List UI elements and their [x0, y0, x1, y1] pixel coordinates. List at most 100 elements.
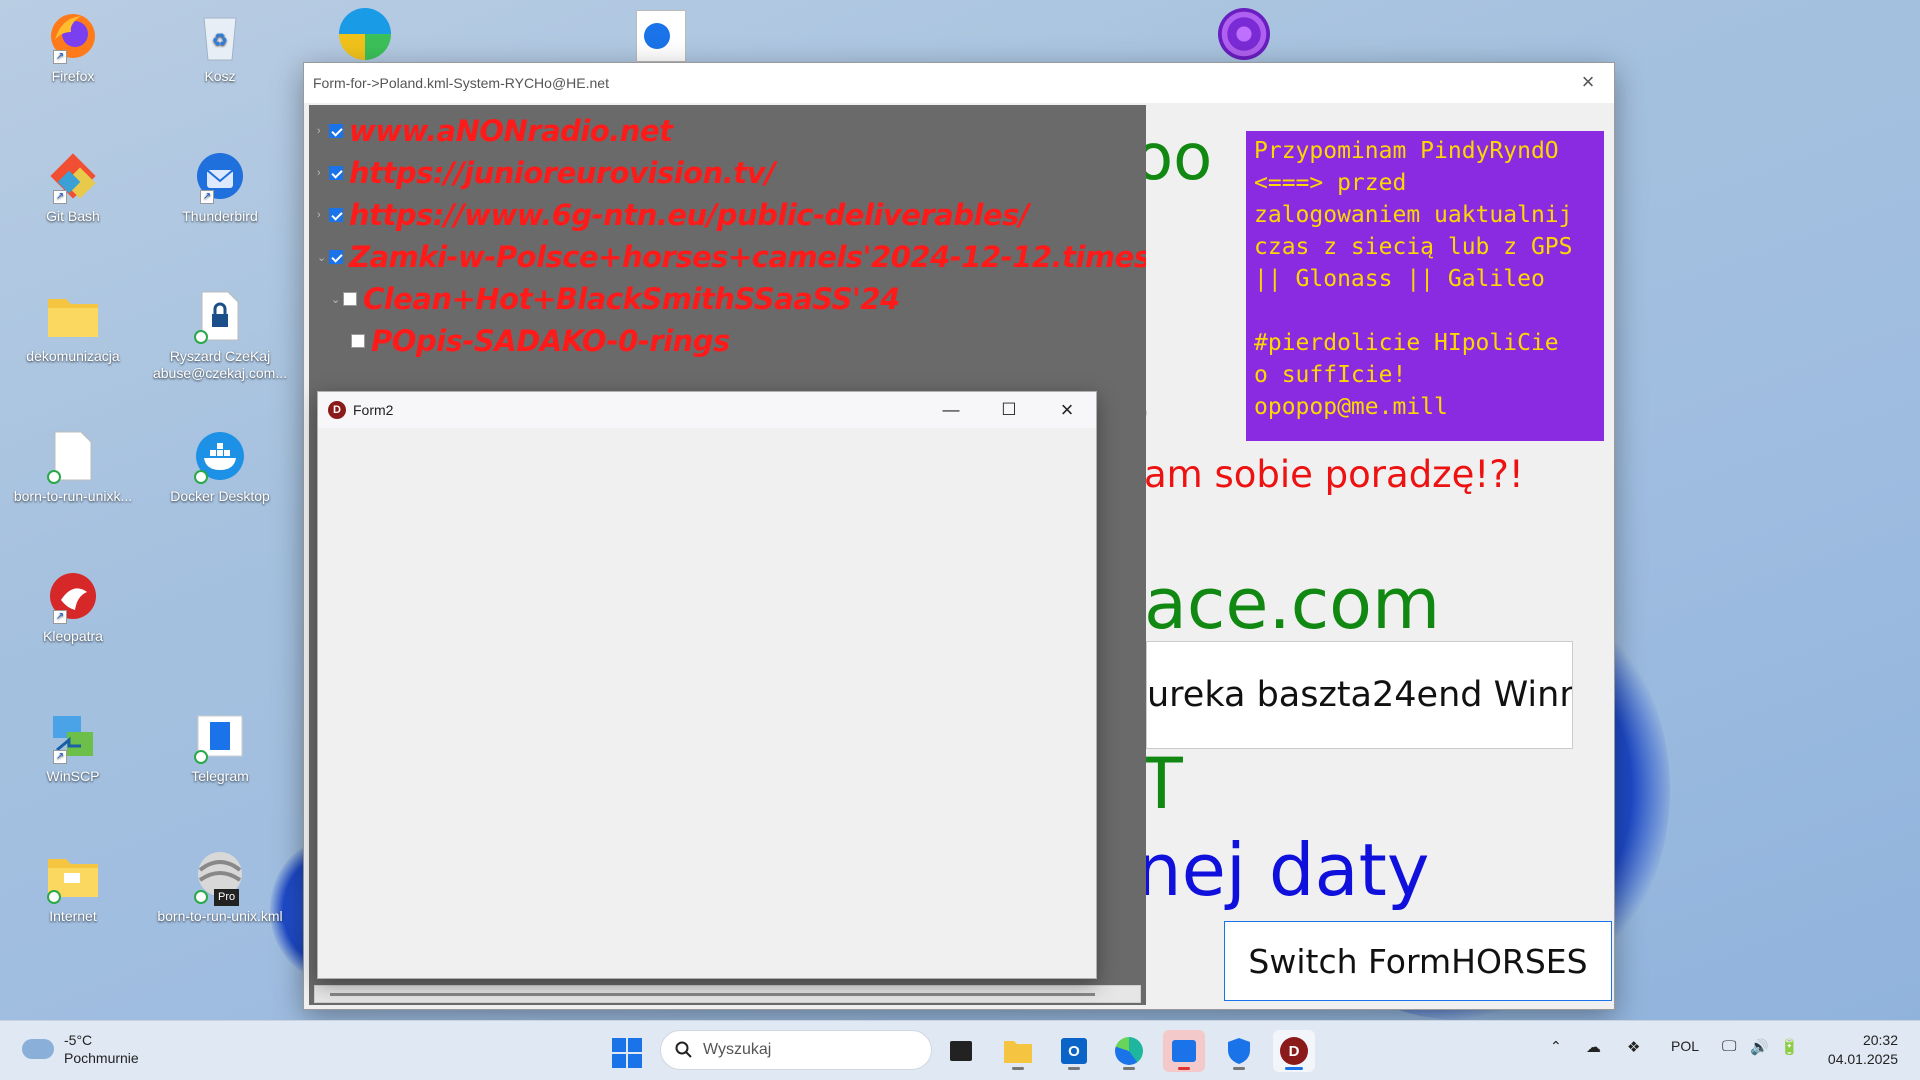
dropbox-icon[interactable]: ❖ — [1627, 1038, 1640, 1056]
desktop-icon-born-to-run[interactable]: born-to-run-unixk... — [3, 428, 143, 505]
desktop-icon-kleopatra[interactable]: ↗ Kleopatra — [3, 568, 143, 645]
store-icon[interactable] — [1163, 1030, 1205, 1072]
docker-icon — [192, 428, 248, 484]
onedrive-icon[interactable]: ☁ — [1586, 1038, 1601, 1056]
desktop-icon-firefox[interactable]: ↗ Firefox — [3, 8, 143, 85]
delphi-app-icon[interactable]: D — [1273, 1030, 1315, 1072]
horizontal-scrollbar[interactable] — [314, 985, 1141, 1003]
winscp-icon: ↗ — [45, 708, 101, 764]
tree-node-label: https://www.6g-ntn.eu/public-deliverable… — [349, 198, 1030, 232]
tree-node[interactable]: › www.aNONradio.net — [317, 111, 673, 151]
thunderbird-icon: ↗ — [192, 148, 248, 204]
icon-label: Firefox — [51, 68, 95, 84]
weather-widget[interactable]: -5°C Pochmurnie — [22, 1031, 139, 1067]
minimize-icon[interactable]: — — [922, 392, 980, 428]
desktop-icon-internet[interactable]: Internet — [3, 848, 143, 925]
search-icon — [675, 1041, 692, 1058]
weather-condition: Pochmurnie — [64, 1050, 139, 1066]
recycle-bin-icon: ♻ — [192, 8, 248, 64]
tree-checkbox[interactable] — [351, 334, 365, 348]
switch-button-label: Switch FormHORSES — [1248, 941, 1588, 981]
desktop-icon-born-to-run-kml[interactable]: Pro born-to-run-unix.kml — [150, 848, 290, 925]
tree-checkbox[interactable] — [343, 292, 357, 306]
clock[interactable]: 20:32 04.01.2025 — [1828, 1031, 1898, 1069]
folder-icon — [45, 288, 101, 344]
temperature: -5°C — [64, 1032, 93, 1048]
cloud-icon — [22, 1039, 54, 1059]
desktop-icon-ryszard[interactable]: Ryszard CzeKaj abuse@czekaj.com... — [150, 288, 290, 382]
edge-icon[interactable] — [1108, 1030, 1150, 1072]
expander-icon[interactable]: ⌄ — [331, 293, 343, 306]
kleopatra-icon: ↗ — [45, 568, 101, 624]
time: 20:32 — [1862, 1032, 1898, 1048]
close-icon[interactable]: × — [1038, 392, 1096, 428]
desktop-icon-kosz[interactable]: ♻ Kosz — [150, 8, 290, 85]
tree-node-label: Zamki-w-Polsce+horses+camels'2024-12-12.… — [349, 240, 1146, 274]
tor-browser-icon[interactable] — [1218, 8, 1270, 60]
main-window-titlebar[interactable]: Form-for->Poland.kml-System-RYCHo@HE.net — [304, 63, 1614, 103]
text-poradze: am sobie poradzę!?! — [1144, 453, 1524, 496]
tree-node[interactable]: ⌄ Clean+Hot+BlackSmithSSaaSS'24 — [331, 279, 900, 319]
firefox-icon: ↗ — [45, 8, 101, 64]
folder-icon — [45, 848, 101, 904]
tree-checkbox[interactable] — [329, 208, 343, 222]
switch-formhorses-button[interactable]: Switch FormHORSES — [1224, 921, 1612, 1001]
desktop-icon-winscp[interactable]: ↗ WinSCP — [3, 708, 143, 785]
desktop-icon-dekomunizacja[interactable]: dekomunizacja — [3, 288, 143, 365]
pro-badge: Pro — [214, 889, 240, 906]
defender-icon[interactable] — [1218, 1030, 1260, 1072]
task-view-icon[interactable] — [940, 1030, 982, 1072]
icon-label: born-to-run-unix.kml — [157, 908, 283, 924]
volume-icon[interactable]: 🔊 — [1750, 1038, 1769, 1056]
language-indicator[interactable]: POL — [1671, 1038, 1699, 1054]
icon-label: Internet — [49, 908, 97, 924]
tree-checkbox[interactable] — [329, 250, 343, 264]
icon-label: Kleopatra — [43, 628, 103, 644]
taskbar: -5°C Pochmurnie Wyszukaj O D ⌃ ☁ ❖ POL 🖵 — [0, 1020, 1920, 1080]
start-button[interactable] — [612, 1038, 642, 1068]
encrypted-file-icon — [192, 288, 248, 344]
tree-node-label: https://junioreurovision.tv/ — [349, 156, 776, 190]
outlook-icon[interactable]: O — [1053, 1030, 1095, 1072]
tree-node[interactable]: › https://www.6g-ntn.eu/public-deliverab… — [317, 195, 1030, 235]
close-icon[interactable]: × — [1574, 69, 1602, 95]
icon-label: Thunderbird — [182, 208, 258, 224]
svg-text:♻: ♻ — [212, 30, 228, 50]
telegram-icon — [192, 708, 248, 764]
battery-icon[interactable]: 🔋 — [1780, 1038, 1799, 1056]
desktop-icon-docker[interactable]: Docker Desktop — [150, 428, 290, 505]
chevron-up-icon[interactable]: ⌃ — [1550, 1038, 1562, 1055]
form2-window[interactable]: D Form2 — ☐ × — [317, 391, 1097, 979]
network-icon[interactable]: 🖵 — [1722, 1038, 1736, 1055]
expander-icon[interactable]: ⌄ — [317, 251, 329, 264]
expander-icon[interactable]: › — [317, 125, 329, 137]
desktop-icon-telegram[interactable]: Telegram — [150, 708, 290, 785]
desktop-icon-git-bash[interactable]: ↗ Git Bash — [3, 148, 143, 225]
tree-node[interactable]: ⌄ Zamki-w-Polsce+horses+camels'2024-12-1… — [317, 237, 1146, 277]
document-shortcut-icon[interactable] — [636, 10, 686, 62]
text-acecom: ace.com — [1144, 563, 1441, 645]
maximize-icon[interactable]: ☐ — [980, 392, 1038, 428]
text-daty: nej daty — [1136, 828, 1430, 912]
search-box[interactable]: Wyszukaj — [660, 1030, 932, 1070]
tree-checkbox[interactable] — [329, 166, 343, 180]
delphi-logo-icon: D — [328, 401, 346, 419]
tree-node[interactable]: POpis-SADAKO-0-rings — [351, 321, 730, 361]
expander-icon[interactable]: › — [317, 167, 329, 179]
icon-label: Ryszard CzeKaj abuse@czekaj.com... — [152, 348, 288, 381]
icon-label: Git Bash — [46, 208, 100, 224]
icon-label: Telegram — [191, 768, 249, 784]
tree-checkbox[interactable] — [329, 124, 343, 138]
winner-text: ureka baszta24end Winner — [1147, 675, 1573, 715]
file-explorer-icon[interactable] — [997, 1030, 1039, 1072]
expander-icon[interactable]: › — [317, 209, 329, 221]
scrollbar-thumb[interactable] — [330, 993, 1095, 996]
tree-node[interactable]: › https://junioreurovision.tv/ — [317, 153, 776, 193]
app-shortcut-icon[interactable] — [339, 8, 391, 60]
winner-textbox[interactable]: ureka baszta24end Winner — [1146, 641, 1573, 749]
file-icon — [45, 428, 101, 484]
tree-node-label: www.aNONradio.net — [349, 114, 673, 148]
tree-node-label: POpis-SADAKO-0-rings — [371, 324, 730, 358]
form2-title: Form2 — [353, 402, 394, 418]
desktop-icon-thunderbird[interactable]: ↗ Thunderbird — [150, 148, 290, 225]
